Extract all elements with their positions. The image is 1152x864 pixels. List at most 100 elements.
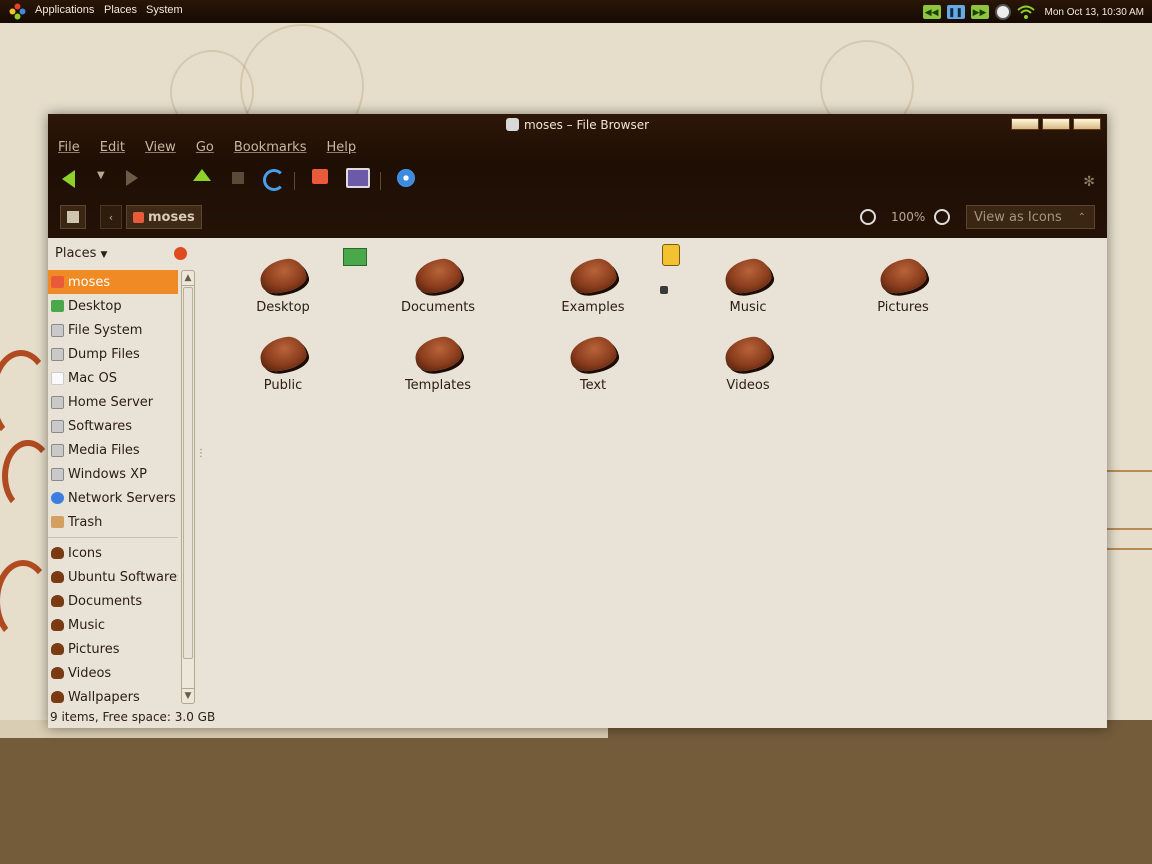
reload-button[interactable]	[263, 169, 285, 191]
menu-bookmarks[interactable]: Bookmarks	[224, 138, 317, 158]
zoom-in-icon[interactable]	[934, 209, 950, 225]
folder-icon	[877, 255, 929, 297]
sidebar-bookmark-videos[interactable]: Videos	[48, 661, 178, 685]
sidebar-item-network-servers[interactable]: Network Servers	[48, 486, 178, 510]
panel-menu-system[interactable]: System	[146, 4, 183, 16]
scroll-up-arrow-icon[interactable]: ▲	[182, 271, 194, 286]
window-controls	[1011, 118, 1101, 130]
edit-location-icon	[67, 211, 79, 223]
desktop-emblem-icon	[343, 248, 367, 266]
panel-menu-places[interactable]: Places	[104, 4, 137, 16]
zoom-level[interactable]: 100%	[891, 210, 925, 224]
file-item-label: Pictures	[877, 300, 929, 315]
location-bar: ‹ moses 100% View as Icons ⌃	[48, 202, 1107, 232]
sidebar-item-dump-files[interactable]: Dump Files	[48, 342, 178, 366]
scroll-down-arrow-icon[interactable]: ▼	[182, 688, 194, 703]
drive-icon	[51, 347, 64, 361]
file-item-documents[interactable]: Documents	[383, 255, 493, 315]
sidebar-bookmark-icons[interactable]: Icons	[48, 541, 178, 565]
sidebar-item-file-system[interactable]: File System	[48, 318, 178, 342]
menu-file[interactable]: File	[48, 138, 90, 158]
file-item-label: Videos	[726, 378, 770, 393]
sidebar-bookmark-ubuntu-softwares[interactable]: Ubuntu Softwares	[48, 565, 178, 589]
sidebar-item-windows-xp[interactable]: Windows XP	[48, 462, 178, 486]
minimize-button[interactable]	[1011, 118, 1039, 130]
background-line	[1107, 548, 1152, 550]
sidebar-item-mac-os[interactable]: Mac OS	[48, 366, 178, 390]
sidebar-item-label: Icons	[68, 545, 102, 561]
forward-button[interactable]	[126, 170, 138, 186]
applications-logo-icon[interactable]	[9, 3, 26, 20]
toggle-location-entry-button[interactable]	[60, 205, 86, 229]
file-item-public[interactable]: Public	[228, 333, 338, 393]
menu-edit[interactable]: Edit	[90, 138, 135, 158]
activity-throbber-icon: ✻	[1083, 174, 1095, 190]
file-item-text[interactable]: Text	[538, 333, 648, 393]
chevron-down-icon: ▼	[100, 250, 108, 260]
menu-view[interactable]: View	[135, 138, 186, 158]
toolbar-separator	[294, 172, 295, 190]
sidebar-item-home-server[interactable]: Home Server	[48, 390, 178, 414]
stop-button[interactable]	[232, 172, 244, 184]
sidebar-bookmark-documents[interactable]: Documents	[48, 589, 178, 613]
previous-track-icon[interactable]: ◀◀	[922, 5, 941, 19]
computer-button[interactable]	[346, 168, 370, 188]
sidebar-item-desktop[interactable]: Desktop	[48, 294, 178, 318]
sidebar-item-trash[interactable]: Trash	[48, 510, 178, 534]
search-button[interactable]	[397, 169, 415, 187]
home-button[interactable]	[312, 169, 328, 184]
sidebar-item-label: Dump Files	[68, 346, 140, 362]
file-item-templates[interactable]: Templates	[383, 333, 493, 393]
sidebar-item-label: Media Files	[68, 442, 140, 458]
sidebar-scrollbar[interactable]: ▲ ▼	[181, 270, 195, 704]
sidebar-bookmark-pictures[interactable]: Pictures	[48, 637, 178, 661]
menu-help[interactable]: Help	[316, 138, 366, 158]
file-item-label: Documents	[400, 300, 476, 315]
back-history-dropdown[interactable]: ▼	[97, 170, 105, 181]
drive-icon	[51, 371, 64, 385]
desktop-bottom-area	[0, 720, 1152, 864]
file-item-videos[interactable]: Videos	[693, 333, 803, 393]
folder-icon	[567, 333, 619, 375]
file-item-music[interactable]: Music	[693, 255, 803, 315]
back-button[interactable]	[62, 170, 75, 188]
window-title: moses – File Browser	[523, 118, 650, 132]
breadcrumb-home[interactable]: moses	[126, 205, 202, 229]
sidebar-selector[interactable]: Places ▼	[55, 246, 107, 261]
close-sidebar-button[interactable]	[174, 247, 187, 260]
drive-icon	[51, 443, 64, 457]
up-button[interactable]	[193, 169, 211, 181]
wifi-icon[interactable]	[1016, 5, 1035, 19]
sidebar-item-media-files[interactable]: Media Files	[48, 438, 178, 462]
file-item-label: Text	[579, 378, 607, 393]
back-arrow-icon	[62, 170, 75, 188]
toolbar-separator	[380, 172, 381, 190]
close-button[interactable]	[1073, 118, 1101, 130]
file-item-pictures[interactable]: Pictures	[848, 255, 958, 315]
panel-clock[interactable]: Mon Oct 13, 10:30 AM	[1045, 7, 1145, 18]
sidebar-item-moses[interactable]: moses	[48, 270, 178, 294]
top-panel: Applications Places System ◀◀ ❚❚ ▶▶ Mon …	[0, 0, 1152, 23]
file-item-examples[interactable]: Examples	[538, 255, 648, 315]
computer-icon	[346, 168, 370, 188]
sidebar-item-softwares[interactable]: Softwares	[48, 414, 178, 438]
panel-tray: ◀◀ ❚❚ ▶▶ Mon Oct 13, 10:30 AM	[922, 3, 1152, 21]
scrollbar-thumb[interactable]	[183, 287, 193, 659]
folder-icon	[412, 255, 464, 297]
background-red-swirl	[2, 440, 54, 512]
file-icon-view: Desktop Documents Examples Music Picture…	[204, 238, 1107, 706]
menu-go[interactable]: Go	[186, 138, 224, 158]
breadcrumb-scroll-left[interactable]: ‹	[100, 205, 122, 229]
pause-icon[interactable]: ❚❚	[946, 5, 965, 19]
next-track-icon[interactable]: ▶▶	[970, 5, 989, 19]
zoom-out-icon[interactable]	[860, 209, 876, 225]
volume-icon[interactable]	[994, 4, 1011, 20]
panel-menu-applications[interactable]: Applications	[35, 4, 94, 16]
file-item-desktop[interactable]: Desktop	[228, 255, 338, 315]
home-icon	[133, 211, 144, 223]
view-mode-select[interactable]: View as Icons ⌃	[966, 205, 1095, 229]
maximize-button[interactable]	[1042, 118, 1070, 130]
file-item-label: Desktop	[256, 300, 310, 315]
sidebar-bookmark-music[interactable]: Music	[48, 613, 178, 637]
window-titlebar[interactable]: moses – File Browser	[48, 114, 1107, 136]
